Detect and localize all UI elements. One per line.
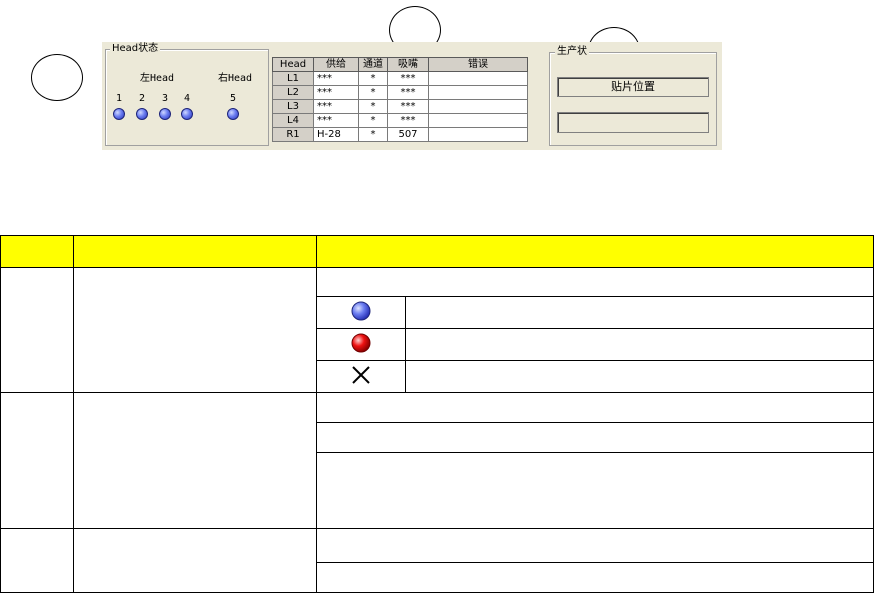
table-row[interactable]: L3 *** * *** bbox=[272, 99, 528, 114]
section-1-desc bbox=[316, 267, 874, 297]
section-2-desc-2 bbox=[316, 422, 874, 453]
x-cross-cell bbox=[316, 360, 406, 393]
table-row[interactable]: L1 *** * *** bbox=[272, 71, 528, 86]
nozzle-1-led-icon bbox=[113, 108, 125, 120]
cell-error bbox=[428, 85, 528, 100]
cell-supply: *** bbox=[313, 85, 359, 100]
nozzle-4-led-icon bbox=[181, 108, 193, 120]
cell-channel: * bbox=[358, 71, 388, 86]
cell-error bbox=[428, 127, 528, 142]
cell-channel: * bbox=[358, 85, 388, 100]
table-header-row: Head 供给 通道 吸嘴 错误 bbox=[272, 57, 528, 72]
section-2-desc-3 bbox=[316, 452, 874, 529]
nozzle-number-2: 2 bbox=[139, 93, 146, 104]
cell-supply: H-28 bbox=[313, 127, 359, 142]
nozzle-5-led-icon bbox=[227, 108, 239, 120]
cell-channel: * bbox=[358, 127, 388, 142]
table-row[interactable]: R1 H-28 * 507 bbox=[272, 127, 528, 142]
section-2-desc-1 bbox=[316, 392, 874, 423]
col-head: Head bbox=[272, 57, 314, 72]
section-2-number bbox=[0, 392, 74, 529]
header-cell-2 bbox=[73, 235, 317, 268]
col-nozzle: 吸嘴 bbox=[387, 57, 429, 72]
cell-supply: *** bbox=[313, 113, 359, 128]
head-status-legend: Head状态 bbox=[110, 43, 161, 55]
red-ball-desc bbox=[405, 328, 874, 361]
nozzle-2-led-icon bbox=[136, 108, 148, 120]
blue-ball-cell bbox=[316, 296, 406, 329]
x-cross-icon bbox=[352, 366, 370, 384]
row-head: L3 bbox=[272, 99, 314, 114]
callout-circle-1 bbox=[31, 54, 83, 101]
table-row bbox=[0, 528, 874, 593]
cell-nozzle: *** bbox=[387, 71, 429, 86]
table-row[interactable]: L4 *** * *** bbox=[272, 113, 528, 128]
cell-nozzle: *** bbox=[387, 85, 429, 100]
nozzle-number-3: 3 bbox=[162, 93, 169, 104]
table-row bbox=[0, 267, 874, 393]
legend-table bbox=[0, 235, 874, 593]
placement-position-field: 贴片位置 bbox=[557, 77, 709, 97]
table-row[interactable]: L2 *** * *** bbox=[272, 85, 528, 100]
section-1-name bbox=[73, 267, 317, 393]
cell-error bbox=[428, 113, 528, 128]
legend-table-header bbox=[0, 235, 874, 268]
x-cross-desc bbox=[405, 360, 874, 393]
cell-nozzle: 507 bbox=[387, 127, 429, 142]
left-head-label: 左Head bbox=[140, 73, 175, 84]
header-cell-3 bbox=[316, 235, 874, 268]
section-1-number bbox=[0, 267, 74, 393]
production-status-legend: 生产状 bbox=[555, 46, 589, 58]
col-channel: 通道 bbox=[358, 57, 388, 72]
cell-nozzle: *** bbox=[387, 113, 429, 128]
col-supply: 供给 bbox=[313, 57, 359, 72]
cell-supply: *** bbox=[313, 71, 359, 86]
cell-error bbox=[428, 99, 528, 114]
blue-ball-icon bbox=[351, 301, 371, 321]
section-3-number bbox=[0, 528, 74, 593]
table-row bbox=[0, 392, 874, 529]
section-3-name bbox=[73, 528, 317, 593]
cell-channel: * bbox=[358, 99, 388, 114]
nozzle-number-4: 4 bbox=[184, 93, 191, 104]
nozzle-number-1: 1 bbox=[116, 93, 123, 104]
red-ball-icon bbox=[351, 333, 371, 353]
cell-supply: *** bbox=[313, 99, 359, 114]
head-status-table: Head 供给 通道 吸嘴 错误 L1 *** * *** L2 *** * *… bbox=[272, 57, 528, 142]
cell-channel: * bbox=[358, 113, 388, 128]
production-status-field bbox=[557, 112, 709, 133]
cell-nozzle: *** bbox=[387, 99, 429, 114]
section-3-desc-2 bbox=[316, 562, 874, 593]
section-3-desc-1 bbox=[316, 528, 874, 563]
cell-error bbox=[428, 71, 528, 86]
section-2-name bbox=[73, 392, 317, 529]
screenshot-panel: Head状态 左Head 右Head 1 2 3 4 5 Head 供给 通道 … bbox=[102, 42, 722, 150]
header-cell-1 bbox=[0, 235, 74, 268]
right-head-label: 右Head bbox=[218, 73, 253, 84]
nozzle-3-led-icon bbox=[159, 108, 171, 120]
blue-ball-desc bbox=[405, 296, 874, 329]
row-head: R1 bbox=[272, 127, 314, 142]
row-head: L2 bbox=[272, 85, 314, 100]
row-head: L4 bbox=[272, 113, 314, 128]
red-ball-cell bbox=[316, 328, 406, 361]
nozzle-number-5: 5 bbox=[230, 93, 237, 104]
col-error: 错误 bbox=[428, 57, 528, 72]
row-head: L1 bbox=[272, 71, 314, 86]
